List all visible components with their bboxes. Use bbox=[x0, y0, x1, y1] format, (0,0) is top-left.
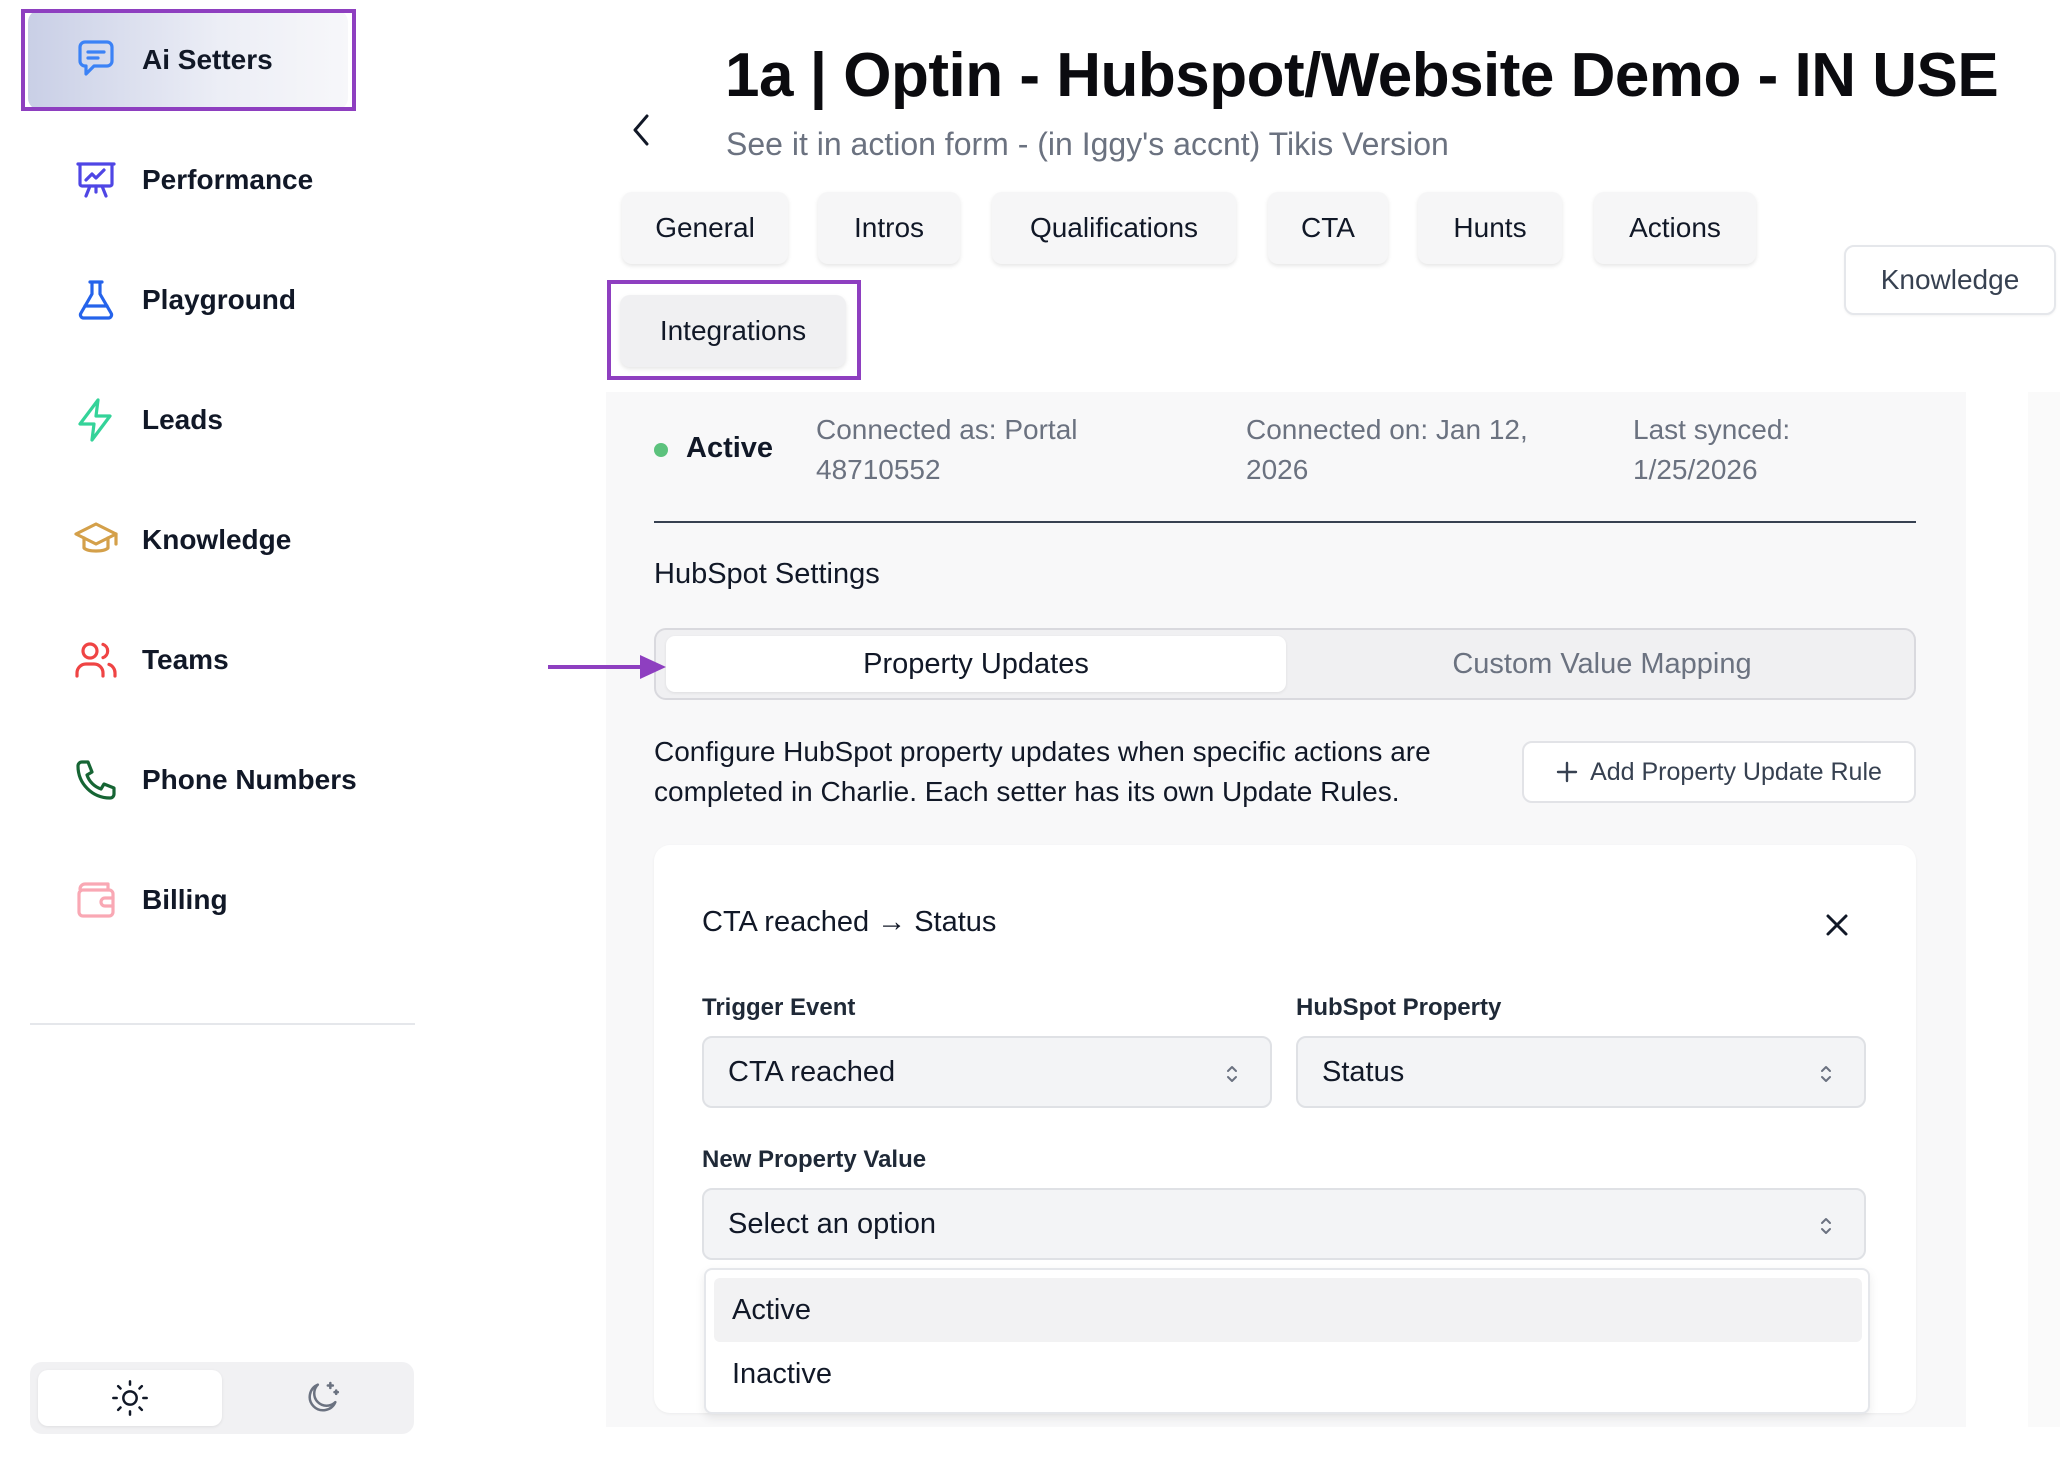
settings-subtabs: Property Updates Custom Value Mapping bbox=[654, 628, 1916, 700]
connected-as-line1: Connected as: Portal bbox=[816, 414, 1078, 445]
chevron-up-down-icon bbox=[1227, 1066, 1237, 1082]
sidebar-item-leads[interactable]: Leads bbox=[28, 370, 348, 470]
graduation-cap-icon bbox=[72, 516, 120, 564]
annotation-arrow-icon bbox=[548, 655, 666, 679]
sidebar-item-ai-setters[interactable]: Ai Setters bbox=[28, 10, 348, 110]
sidebar-item-label: Billing bbox=[142, 884, 228, 915]
add-rule-label: Add Property Update Rule bbox=[1590, 757, 1882, 786]
sidebar-item-label: Playground bbox=[142, 284, 297, 315]
sidebar-item-knowledge[interactable]: Knowledge bbox=[28, 490, 348, 590]
rule-title: CTA reached → Status bbox=[702, 906, 997, 938]
add-property-update-rule-button[interactable]: Add Property Update Rule bbox=[1522, 741, 1916, 803]
last-synced-line1: Last synced: bbox=[1633, 414, 1791, 445]
property-updates-description: Configure HubSpot property updates when … bbox=[654, 736, 1431, 807]
subtab-property-updates[interactable]: Property Updates bbox=[666, 636, 1286, 692]
new-property-value-placeholder: Select an option bbox=[728, 1207, 936, 1240]
sidebar-item-teams[interactable]: Teams bbox=[28, 610, 348, 710]
connected-as: Connected as: Portal 48710552 bbox=[816, 410, 1078, 490]
last-synced: Last synced: 1/25/2026 bbox=[1633, 410, 1790, 490]
new-property-value-dropdown: Active Inactive bbox=[704, 1268, 1870, 1414]
sidebar-item-playground[interactable]: Playground bbox=[28, 250, 348, 350]
sidebar-item-label: Knowledge bbox=[142, 524, 292, 555]
sidebar-item-label: Performance bbox=[142, 164, 314, 195]
tab-actions[interactable]: Actions bbox=[1594, 192, 1756, 264]
last-synced-line2: 1/25/2026 bbox=[1633, 454, 1758, 485]
plus-icon bbox=[1556, 761, 1578, 783]
flask-icon bbox=[72, 276, 120, 324]
knowledge-button[interactable]: Knowledge bbox=[1844, 245, 2056, 315]
presentation-chart-icon bbox=[72, 156, 120, 204]
trigger-event-value: CTA reached bbox=[728, 1055, 896, 1088]
phone-icon bbox=[72, 756, 120, 804]
sidebar-item-label: Teams bbox=[142, 644, 229, 675]
panel-divider bbox=[654, 521, 1916, 523]
sidebar-item-phone-numbers[interactable]: Phone Numbers bbox=[28, 730, 357, 830]
trigger-event-label: Trigger Event bbox=[702, 994, 856, 1021]
right-panel-edge bbox=[2028, 392, 2060, 1427]
tab-hunts[interactable]: Hunts bbox=[1418, 192, 1562, 264]
hubspot-settings-heading: HubSpot Settings bbox=[654, 558, 880, 590]
connected-as-line2: 48710552 bbox=[816, 454, 941, 485]
trigger-event-select[interactable]: CTA reached bbox=[702, 1036, 1272, 1108]
hubspot-property-select[interactable]: Status bbox=[1296, 1036, 1866, 1108]
dropdown-option-active[interactable]: Active bbox=[714, 1278, 1862, 1342]
chevron-up-down-icon bbox=[1821, 1218, 1831, 1234]
subtab-custom-value-mapping[interactable]: Custom Value Mapping bbox=[1296, 636, 1908, 692]
connection-status: Active bbox=[686, 432, 774, 464]
lightning-icon bbox=[72, 396, 120, 444]
tab-intros[interactable]: Intros bbox=[818, 192, 960, 264]
hubspot-property-value: Status bbox=[1322, 1055, 1405, 1088]
new-property-value-label: New Property Value bbox=[702, 1146, 927, 1173]
dropdown-option-inactive[interactable]: Inactive bbox=[714, 1342, 1862, 1406]
sidebar-divider bbox=[30, 1023, 415, 1025]
sidebar-item-label: Phone Numbers bbox=[142, 764, 357, 795]
hubspot-property-label: HubSpot Property bbox=[1296, 994, 1502, 1021]
status-dot-icon bbox=[654, 443, 668, 457]
sidebar-item-billing[interactable]: Billing bbox=[28, 850, 348, 950]
tab-integrations[interactable]: Integrations bbox=[620, 295, 846, 367]
sidebar: Ai Setters Performance Playground Leads … bbox=[0, 0, 430, 1460]
tab-general[interactable]: General bbox=[622, 192, 788, 264]
sidebar-item-label: Ai Setters bbox=[142, 44, 273, 75]
connected-on-line1: Connected on: Jan 12, bbox=[1246, 414, 1528, 445]
connected-on: Connected on: Jan 12, 2026 bbox=[1246, 410, 1528, 490]
back-button[interactable] bbox=[622, 110, 662, 150]
theme-toggle bbox=[30, 1362, 414, 1434]
chevron-left-icon bbox=[633, 114, 649, 146]
connected-on-line2: 2026 bbox=[1246, 454, 1309, 485]
sidebar-item-label: Leads bbox=[142, 404, 223, 435]
page-subtitle: See it in action form - (in Iggy's accnt… bbox=[726, 126, 1449, 162]
chevron-up-down-icon bbox=[1821, 1066, 1831, 1082]
moon-stars-icon bbox=[308, 1381, 340, 1412]
tab-qualifications[interactable]: Qualifications bbox=[992, 192, 1236, 264]
users-icon bbox=[72, 636, 120, 684]
light-mode-button[interactable] bbox=[38, 1370, 222, 1426]
sidebar-item-performance[interactable]: Performance bbox=[28, 130, 348, 230]
chat-bubble-icon bbox=[72, 36, 120, 84]
close-icon[interactable] bbox=[1820, 908, 1854, 942]
dark-mode-button[interactable] bbox=[230, 1370, 414, 1426]
wallet-icon bbox=[72, 876, 120, 924]
new-property-value-select[interactable]: Select an option bbox=[702, 1188, 1866, 1260]
page-title: 1a | Optin - Hubspot/Website Demo - IN U… bbox=[725, 41, 1999, 110]
sun-icon bbox=[112, 1380, 148, 1416]
tab-cta[interactable]: CTA bbox=[1268, 192, 1388, 264]
